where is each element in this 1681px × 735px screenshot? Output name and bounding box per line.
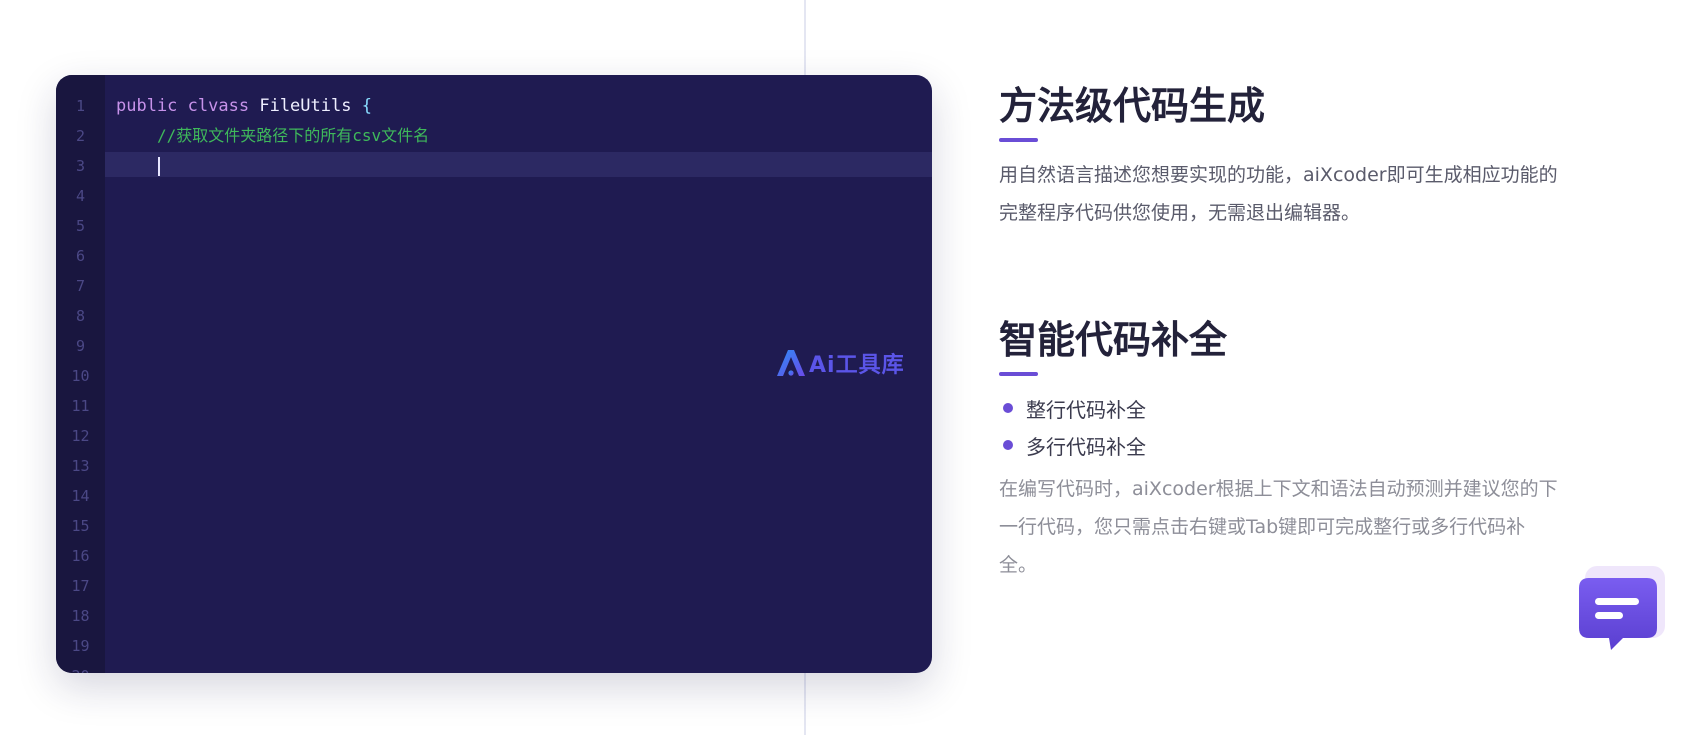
line-number: 9	[75, 337, 86, 355]
code-line-1: public clvass FileUtils {	[116, 91, 932, 121]
feature-code-completion: 智能代码补全 整行代码补全 多行代码补全 在编写代码时，aiXcoder根据上下…	[999, 318, 1559, 584]
feature-method-generation: 方法级代码生成 用自然语言描述您想要实现的功能，aiXcoder即可生成相应功能…	[999, 84, 1559, 232]
bullet-label: 整行代码补全	[1026, 397, 1146, 422]
bullet-label: 多行代码补全	[1026, 434, 1146, 459]
title-underline	[999, 137, 1038, 142]
line-number: 14	[71, 487, 90, 505]
line-number: 19	[71, 637, 90, 655]
text-cursor	[158, 156, 160, 176]
chat-widget-button[interactable]	[1575, 566, 1667, 652]
keyword-class: clvass	[187, 96, 250, 116]
code-comment: //获取文件夹路径下的所有csv文件名	[156, 126, 430, 145]
watermark-text: Ai工具库	[809, 353, 905, 378]
keyword-public: public	[116, 96, 178, 116]
bullet-dot	[1003, 403, 1013, 414]
bullet-dot	[1003, 440, 1013, 451]
line-number: 7	[75, 277, 86, 295]
line-number: 18	[71, 607, 90, 625]
section-title: 智能代码补全	[999, 318, 1228, 362]
line-number: 2	[75, 127, 86, 145]
class-name: FileUtils	[259, 96, 352, 116]
line-numbers: 1234567891011121314151617181920	[56, 91, 105, 673]
line-number: 4	[75, 187, 86, 205]
line-number: 10	[71, 367, 90, 385]
line-number: 1	[75, 97, 86, 115]
line-number: 17	[71, 577, 90, 595]
code-area[interactable]: public clvass FileUtils { //获取文件夹路径下的所有c…	[116, 91, 932, 181]
line-number: 20	[56, 661, 105, 673]
open-brace: {	[361, 96, 372, 116]
section-description: 在编写代码时，aiXcoder根据上下文和语法自动预测并建议您的下一行代码，您只…	[999, 477, 1558, 576]
section-title: 方法级代码生成	[999, 84, 1266, 128]
line-number: 12	[71, 427, 90, 445]
feature-bullets: 整行代码补全 多行代码补全	[999, 390, 1559, 464]
title-underline	[999, 371, 1038, 376]
line-number: 3	[75, 157, 86, 175]
line-number: 8	[75, 307, 86, 325]
bullet-item: 整行代码补全	[999, 390, 1559, 427]
code-line-2: //获取文件夹路径下的所有csv文件名	[116, 121, 932, 151]
ai-logo-icon	[777, 350, 805, 376]
line-number: 15	[71, 517, 90, 535]
line-number: 6	[75, 247, 86, 265]
line-number: 11	[71, 397, 90, 415]
code-line-3[interactable]	[116, 151, 932, 181]
code-editor[interactable]: 1234567891011121314151617181920 public c…	[56, 75, 932, 673]
chat-bubble-icon	[1579, 578, 1657, 650]
line-number: 5	[75, 217, 86, 235]
section-description: 用自然语言描述您想要实现的功能，aiXcoder即可生成相应功能的完整程序代码供…	[999, 163, 1558, 224]
bullet-item: 多行代码补全	[999, 427, 1559, 464]
line-number: 16	[71, 547, 90, 565]
watermark: Ai工具库	[776, 347, 905, 379]
line-number: 13	[71, 457, 90, 475]
